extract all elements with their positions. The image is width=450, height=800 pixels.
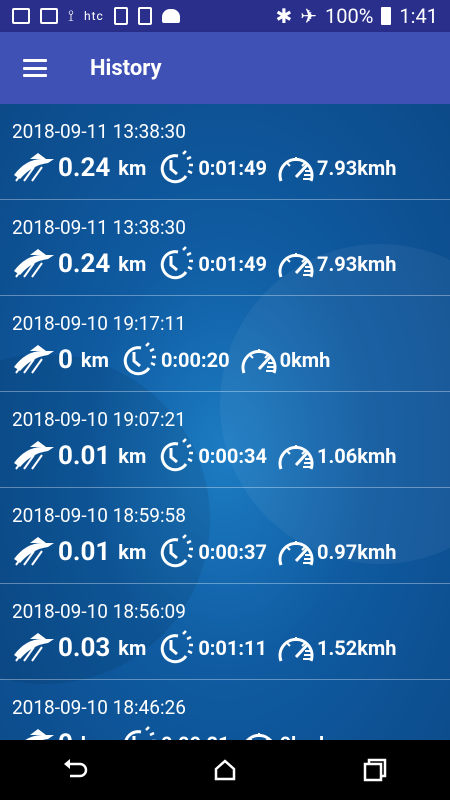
road-distance-icon — [14, 633, 54, 662]
history-datetime: 2018-09-11 13:38:30 — [12, 120, 186, 143]
clock-icon — [161, 438, 194, 472]
bluetooth-icon: ✱ — [275, 4, 293, 28]
history-duration: 0:01:49 — [198, 252, 267, 276]
clock-icon — [161, 534, 194, 568]
history-speed: 0.97kmh — [316, 540, 397, 564]
road-distance-icon — [14, 537, 54, 566]
history-datetime: 2018-09-10 18:56:09 — [12, 600, 186, 623]
history-item[interactable]: 2018-09-11 13:38:30 0.24 km 0:01:49 7.93kmh — [0, 200, 450, 296]
history-distance-unit: km — [118, 252, 147, 276]
history-distance: 0.01 — [58, 537, 111, 567]
status-bar: ⟟ htc ✱ ✈ 100% 1:41 — [0, 0, 450, 32]
history-item[interactable]: 2018-09-10 19:07:21 0.01 km 0:00:34 1.06kmh — [0, 392, 450, 488]
download-notification-icon — [137, 7, 152, 25]
history-duration: 0:00:21 — [161, 732, 230, 740]
history-distance: 0 — [58, 729, 73, 740]
speedometer-icon — [241, 349, 277, 374]
history-item[interactable]: 2018-09-10 19:17:11 0 km 0:00:20 0kmh — [0, 296, 450, 392]
clock-icon — [161, 150, 194, 184]
history-datetime: 2018-09-10 18:59:58 — [12, 504, 186, 527]
back-button[interactable] — [45, 740, 105, 800]
history-item[interactable]: 2018-09-10 18:56:09 0.03 km 0:01:11 1.52kmh — [0, 584, 450, 680]
history-stats: 0.24 km 0:01:49 7.93kmh — [12, 148, 440, 188]
home-icon — [214, 759, 236, 781]
road-distance-icon — [14, 345, 54, 374]
history-list[interactable]: 2018-09-11 13:38:30 0.24 km 0:01:49 7.93kmh 2… — [0, 104, 450, 740]
history-speed: 1.06kmh — [316, 444, 397, 468]
history-distance-unit: km — [118, 156, 147, 180]
history-speed: 7.93kmh — [316, 252, 397, 276]
history-item[interactable]: 2018-09-11 13:38:30 0.24 km 0:01:49 7.93kmh — [0, 104, 450, 200]
speedometer-icon — [278, 157, 314, 182]
history-stats: 0.01 km 0:00:37 0.97kmh — [12, 532, 440, 572]
android-icon — [161, 9, 180, 23]
road-distance-icon — [14, 249, 54, 278]
history-stats: 0 km 0:00:21 0kmh — [12, 724, 440, 740]
speedometer-icon — [278, 445, 314, 470]
clock-icon — [161, 630, 194, 664]
navigation-bar — [0, 740, 450, 800]
history-distance-unit: km — [118, 540, 147, 564]
history-stats: 0.01 km 0:00:34 1.06kmh — [12, 436, 440, 476]
history-datetime: 2018-09-10 19:07:21 — [12, 408, 186, 431]
history-item[interactable]: 2018-09-10 18:46:26 0 km 0:00:21 0kmh — [0, 680, 450, 740]
app-bar: History — [0, 32, 450, 104]
clock-icon — [123, 342, 156, 376]
speedometer-icon — [278, 253, 314, 278]
history-distance-unit: km — [81, 732, 109, 740]
speedometer-icon — [245, 733, 272, 740]
clock: 1:41 — [399, 4, 438, 28]
clock-icon — [124, 726, 156, 740]
history-duration: 0:00:20 — [160, 348, 230, 372]
usb-icon: ⟟ — [68, 6, 74, 25]
hamburger-icon — [23, 59, 47, 77]
carrier-label: htc — [83, 9, 104, 23]
history-duration: 0:01:49 — [198, 156, 267, 180]
history-distance-unit: km — [118, 444, 147, 468]
history-speed: 0kmh — [279, 348, 331, 372]
history-datetime: 2018-09-11 13:38:30 — [12, 216, 186, 239]
notification-icons: ⟟ htc — [0, 6, 180, 26]
history-datetime: 2018-09-10 19:17:11 — [12, 312, 186, 335]
road-distance-icon — [14, 441, 54, 470]
history-datetime: 2018-09-10 18:46:26 — [12, 696, 186, 719]
speedometer-icon — [278, 541, 314, 566]
history-duration: 0:01:11 — [198, 636, 267, 660]
speedometer-icon — [278, 637, 314, 662]
history-distance: 0.24 — [58, 249, 111, 279]
road-distance-icon — [25, 729, 54, 740]
history-duration: 0:00:34 — [198, 444, 267, 468]
system-status: ✱ ✈ 100% 1:41 — [276, 4, 450, 28]
history-stats: 0.24 km 0:01:49 7.93kmh — [12, 244, 440, 284]
history-speed: 1.52kmh — [316, 636, 397, 660]
phone-notification-icon — [113, 7, 128, 25]
history-distance: 0.01 — [58, 441, 111, 471]
history-distance: 0.24 — [58, 153, 111, 183]
history-speed: 7.93kmh — [316, 156, 397, 180]
battery-icon — [381, 7, 392, 25]
recents-icon — [363, 758, 387, 782]
clock-icon — [161, 246, 194, 280]
recents-button[interactable] — [345, 740, 405, 800]
battery-percent: 100% — [325, 4, 374, 28]
page-title: History — [90, 55, 162, 81]
history-distance-unit: km — [118, 636, 147, 660]
menu-button[interactable] — [0, 32, 70, 104]
history-distance: 0 — [58, 345, 73, 375]
history-distance-unit: km — [80, 348, 109, 372]
image-notification-icon — [12, 8, 30, 24]
history-speed: 0kmh — [280, 732, 331, 740]
history-stats: 0.03 km 0:01:11 1.52kmh — [12, 628, 440, 668]
home-button[interactable] — [195, 740, 255, 800]
road-distance-icon — [14, 153, 54, 182]
history-duration: 0:00:37 — [198, 540, 267, 564]
history-stats: 0 km 0:00:20 0kmh — [12, 340, 440, 380]
history-item[interactable]: 2018-09-10 18:59:58 0.01 km 0:00:37 0.97kmh — [0, 488, 450, 584]
airplane-icon: ✈ — [300, 4, 318, 28]
back-icon — [64, 759, 88, 778]
history-distance: 0.03 — [58, 633, 111, 663]
code-notification-icon — [40, 8, 58, 24]
